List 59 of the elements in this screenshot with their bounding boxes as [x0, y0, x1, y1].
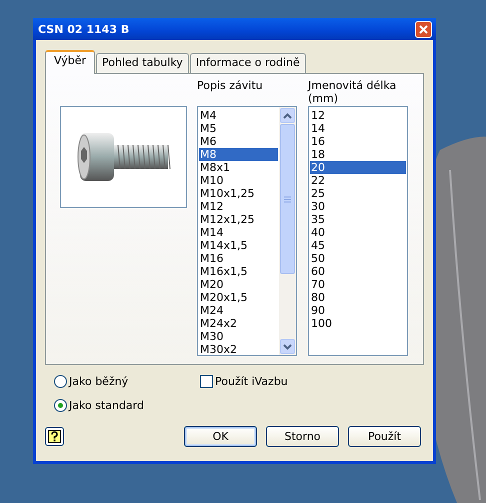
list-box[interactable]: 12 14 16 18 20 22 25 30 35 40 45 50 60 70 80 90 100: [308, 106, 408, 356]
list-item[interactable]: M10x1,25: [199, 187, 278, 200]
scroll-down-icon[interactable]: [280, 339, 295, 354]
scroll-up-icon[interactable]: [280, 108, 295, 123]
list-item[interactable]: 12: [310, 109, 406, 122]
list-item[interactable]: M5: [199, 122, 278, 135]
list-item[interactable]: 45: [310, 239, 406, 252]
list-item[interactable]: M8x1: [199, 161, 278, 174]
list-item[interactable]: M14x1,5: [199, 239, 278, 252]
tab[interactable]: Pohled tabulky: [96, 53, 189, 73]
list-item[interactable]: M24: [199, 304, 278, 317]
list-item[interactable]: M14: [199, 226, 278, 239]
close-icon[interactable]: [415, 20, 432, 38]
list-item[interactable]: M12: [199, 200, 278, 213]
list-item[interactable]: 100: [310, 317, 406, 330]
radio-button[interactable]: [54, 399, 67, 412]
column-heading: Popis závitu: [197, 79, 264, 94]
list-item[interactable]: 25: [310, 187, 406, 200]
radio-label: Jako standard: [69, 399, 144, 412]
list-box[interactable]: M4 M5 M6 M8 M8x1 M10 M10x1,25 M12 M12x1,25 M14 M14x1,5 M16 M16x1,5 M20 M20x1,5 M24 M24x2 M30 M30x2: [197, 106, 297, 356]
list-item[interactable]: M16x1,5: [199, 265, 278, 278]
tab[interactable]: Výběr: [45, 50, 96, 74]
list-item[interactable]: M16: [199, 252, 278, 265]
list-item[interactable]: M4: [199, 109, 278, 122]
checkbox[interactable]: [200, 375, 213, 388]
list-item[interactable]: M12x1,25: [199, 213, 278, 226]
scroll-thumb[interactable]: [280, 124, 295, 274]
column-heading: Jmenovitá délka (mm): [308, 79, 398, 106]
list-item[interactable]: 90: [310, 304, 406, 317]
tab[interactable]: Informace o rodině: [190, 53, 306, 73]
list-item[interactable]: 70: [310, 278, 406, 291]
checkbox-label: Použít iVazbu: [215, 375, 288, 388]
radio-label: Jako běžný: [69, 375, 128, 388]
dialog-button[interactable]: Použít: [348, 426, 421, 447]
dialog-button[interactable]: OK: [184, 426, 257, 447]
list-item[interactable]: 20: [310, 161, 406, 174]
scrollbar[interactable]: [279, 107, 296, 355]
list-item[interactable]: 22: [310, 174, 406, 187]
list-item[interactable]: M8: [199, 148, 278, 161]
list-item[interactable]: 14: [310, 122, 406, 135]
list-item[interactable]: 50: [310, 252, 406, 265]
list-item[interactable]: 35: [310, 213, 406, 226]
list-item[interactable]: M30x2: [199, 343, 278, 355]
radio-button[interactable]: [54, 375, 67, 388]
window-title: CSN 02 1143 B: [38, 22, 130, 36]
list-item[interactable]: M20: [199, 278, 278, 291]
dialog-button[interactable]: Storno: [266, 426, 339, 447]
list-item[interactable]: 18: [310, 148, 406, 161]
list-item[interactable]: M30: [199, 330, 278, 343]
list-item[interactable]: M10: [199, 174, 278, 187]
list-item[interactable]: 30: [310, 200, 406, 213]
list-item[interactable]: 60: [310, 265, 406, 278]
list-item[interactable]: M6: [199, 135, 278, 148]
list-item[interactable]: M24x2: [199, 317, 278, 330]
list-item[interactable]: M20x1,5: [199, 291, 278, 304]
help-icon[interactable]: [45, 427, 64, 446]
list-item[interactable]: 40: [310, 226, 406, 239]
list-item[interactable]: 80: [310, 291, 406, 304]
list-item[interactable]: 16: [310, 135, 406, 148]
